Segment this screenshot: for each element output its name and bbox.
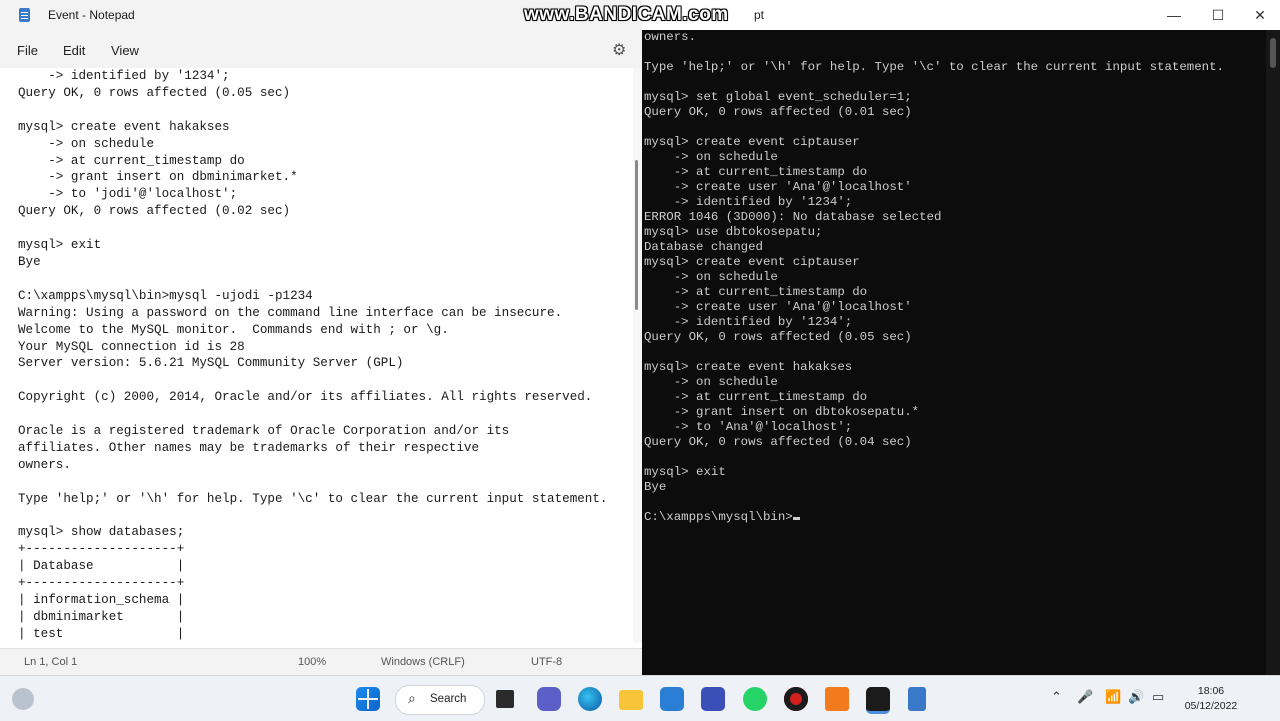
status-zoom: 100% [298, 656, 327, 668]
notepad-status-bar: Ln 1, Col 1 100% Windows (CRLF) UTF-8 [0, 648, 642, 675]
microphone-icon[interactable]: 🎤 [1077, 689, 1093, 705]
cmd-cursor [792, 517, 800, 520]
clock-date: 05/12/2022 [1184, 700, 1238, 712]
command-prompt-window: pt — ☐ ✕ owners. Type 'help;' or '\h' fo… [642, 0, 1280, 675]
bandicam-record-icon[interactable] [784, 687, 808, 711]
task-view-icon[interactable] [496, 690, 514, 708]
chevron-up-icon[interactable]: ⌃ [1051, 689, 1062, 705]
status-encoding: UTF-8 [531, 656, 563, 668]
clock-time: 18:06 [1197, 685, 1225, 697]
volume-icon[interactable]: 🔊 [1128, 689, 1144, 705]
cmd-window-title: pt [754, 8, 765, 22]
teams-chat-icon[interactable] [537, 687, 561, 711]
menu-file[interactable]: File [17, 43, 38, 58]
notepad-editor[interactable]: -> identified by '1234'; Query OK, 0 row… [0, 68, 633, 642]
cmd-console[interactable]: owners. Type 'help;' or '\h' for help. T… [642, 30, 1266, 675]
whatsapp-icon[interactable] [743, 687, 767, 711]
status-cursor-position: Ln 1, Col 1 [24, 656, 78, 668]
minimize-icon[interactable]: — [1160, 4, 1188, 26]
battery-icon[interactable]: ▭ [1152, 689, 1164, 705]
cmd-title-bar[interactable]: pt — ☐ ✕ [642, 0, 1280, 30]
notepad-scrollbar-thumb[interactable] [635, 160, 638, 310]
cmd-prompt: C:\xampps\mysql\bin> [644, 510, 793, 524]
notepad-app-icon [19, 8, 30, 22]
taskbar-clock[interactable]: 18:06 05/12/2022 [1180, 684, 1242, 714]
taskbar-search-label: Search [430, 693, 467, 705]
notepad-window-title: Event - Notepad [48, 8, 135, 22]
wifi-icon[interactable]: 📶 [1105, 689, 1121, 705]
notepad-taskbar-icon[interactable] [908, 687, 926, 711]
widgets-icon[interactable] [12, 688, 34, 710]
maximize-icon[interactable]: ☐ [1204, 4, 1232, 26]
close-icon[interactable]: ✕ [1246, 4, 1274, 26]
cmd-output: owners. Type 'help;' or '\h' for help. T… [642, 30, 1266, 525]
notepad-text-content: -> identified by '1234'; Query OK, 0 row… [18, 69, 608, 641]
mail-icon[interactable] [660, 687, 684, 711]
cmd-scrollbar-thumb[interactable] [1270, 38, 1276, 68]
status-line-ending: Windows (CRLF) [381, 656, 465, 668]
command-prompt-icon[interactable] [866, 687, 890, 714]
file-explorer-icon[interactable] [619, 690, 643, 710]
menu-edit[interactable]: Edit [63, 43, 85, 58]
edge-browser-icon[interactable] [578, 687, 602, 711]
taskbar: ⌕ Search ⌃ 🎤 📶 🔊 ▭ 18:06 05/12/2022 [0, 675, 1280, 721]
bandicam-watermark: www.BANDICAM.com [524, 4, 729, 25]
search-icon: ⌕ [408, 690, 416, 706]
taskbar-search-box[interactable]: ⌕ Search [395, 685, 485, 715]
xampp-icon[interactable] [825, 687, 849, 711]
notepad-window: Event - Notepad File Edit View ⚙ -> iden… [0, 0, 643, 675]
cmd-output-lines: owners. Type 'help;' or '\h' for help. T… [644, 30, 1224, 494]
notepad-scrollbar[interactable] [633, 68, 642, 642]
start-icon[interactable] [356, 687, 380, 711]
cmd-scrollbar[interactable] [1266, 30, 1280, 675]
visual-studio-icon[interactable] [701, 687, 725, 711]
settings-gear-icon[interactable]: ⚙ [612, 40, 626, 60]
notepad-menu-bar: File Edit View [0, 30, 642, 68]
menu-view[interactable]: View [111, 43, 139, 58]
